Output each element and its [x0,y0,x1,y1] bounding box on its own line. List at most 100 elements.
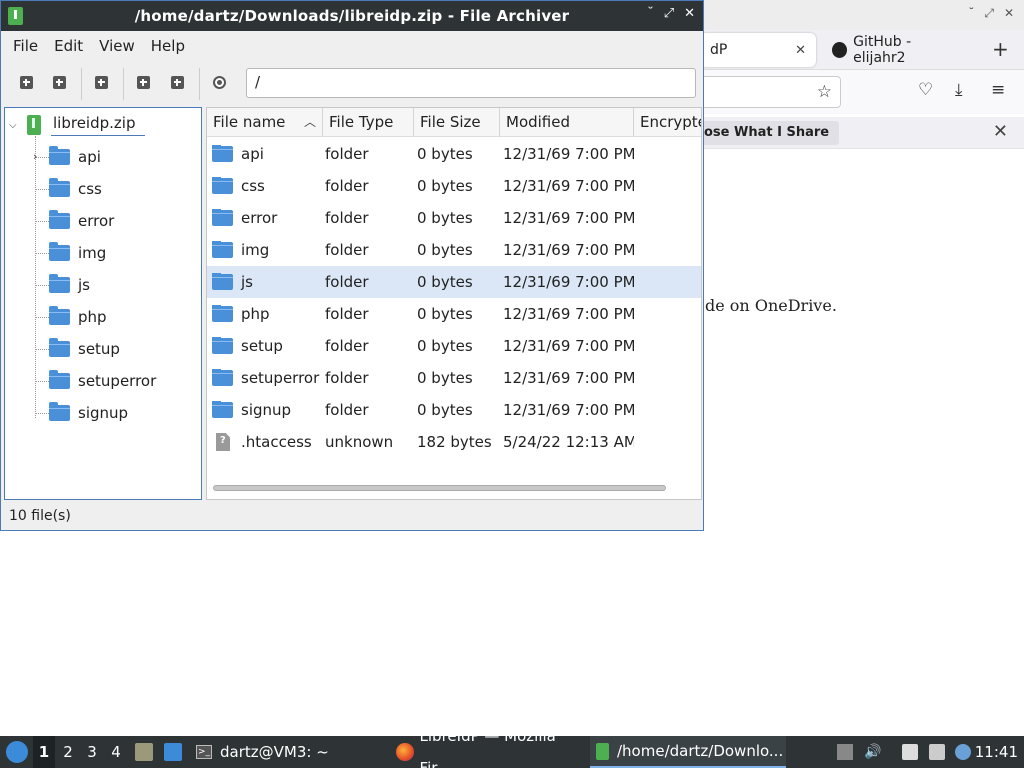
column-header-name[interactable]: File name ︿ [207,108,323,137]
table-row[interactable]: setuperror folder 0 bytes 12/31/69 7:00 … [207,362,701,394]
workspace-4[interactable]: 4 [105,736,127,768]
close-icon[interactable]: ✕ [1004,6,1014,21]
start-menu-icon[interactable] [6,741,28,763]
workspace-1[interactable]: 1 [33,736,55,768]
cell-type: folder [325,177,369,195]
tree-item-php[interactable]: php [35,305,107,329]
file-name: setuperror [241,369,320,387]
minimize-button[interactable]: ˘ [647,6,654,21]
extract-icon [95,76,108,89]
tree-item-img[interactable]: img [35,241,106,265]
terminal-icon: >_ [196,745,212,759]
archiver-icon [596,742,609,760]
unknown-file-icon [216,433,230,451]
menu-icon[interactable]: ≡ [991,80,1005,100]
tree-item-setuperror[interactable]: setuperror [35,369,156,393]
cell-modified: 12/31/69 7:00 PM [503,337,634,355]
add-file-button[interactable] [135,74,153,92]
cell-type: folder [325,337,369,355]
cell-modified: 5/24/22 12:13 AM [503,433,634,451]
menu-file[interactable]: File [5,37,46,55]
column-header-type[interactable]: File Type [323,108,414,137]
extract-button[interactable] [93,74,111,92]
folder-icon [212,401,233,418]
updates-icon[interactable] [837,744,853,760]
tree-item-api[interactable]: › api [33,145,101,169]
tree-item-label: setuperror [78,372,157,390]
stop-button[interactable] [211,74,229,92]
expand-icon[interactable]: › [33,150,37,163]
volume-icon[interactable]: 🔊 [864,744,881,760]
workspace-3[interactable]: 3 [81,736,103,768]
url-bar[interactable]: ☆ [700,76,841,108]
task-file-archiver[interactable]: /home/dartz/Downlo... [590,736,786,768]
path-field[interactable]: / [246,68,696,98]
column-header-label: Encrypte [640,113,702,131]
tree-item-css[interactable]: css [35,177,102,201]
tree-root[interactable]: ⌵ libreidp.zip [9,114,146,136]
show-desktop-icon[interactable] [164,743,182,761]
file-manager-icon[interactable] [135,743,153,761]
tree-item-error[interactable]: error [35,209,114,233]
choose-what-i-share-button[interactable]: ose What I Share [700,121,840,145]
archiver-titlebar[interactable]: /home/dartz/Downloads/libreidp.zip - Fil… [1,1,703,31]
network-icon[interactable] [929,744,945,760]
menu-edit[interactable]: Edit [46,37,91,55]
table-row[interactable]: css folder 0 bytes 12/31/69 7:00 PM [207,170,701,202]
tab-github[interactable]: GitHub - elijahr2 [822,33,972,67]
notifications-icon[interactable] [955,744,971,760]
task-firefox[interactable]: LibreIdP — Mozilla Fir... [392,727,587,768]
horizontal-scrollbar[interactable] [213,485,666,491]
table-row[interactable]: error folder 0 bytes 12/31/69 7:00 PM [207,202,701,234]
file-name: api [241,145,264,163]
column-header-encrypted[interactable]: Encrypte [634,108,702,137]
cell-name: setup [207,337,323,355]
github-icon [832,42,848,58]
table-row-selected[interactable]: js folder 0 bytes 12/31/69 7:00 PM [207,266,701,298]
file-archiver-window: /home/dartz/Downloads/libreidp.zip - Fil… [0,0,704,531]
add-folder-button[interactable] [169,74,187,92]
tree-item-setup[interactable]: setup [35,337,120,361]
folder-icon [212,209,233,226]
workspace-2[interactable]: 2 [57,736,79,768]
menu-help[interactable]: Help [143,37,193,55]
table-row[interactable]: setup folder 0 bytes 12/31/69 7:00 PM [207,330,701,362]
cell-name: php [207,305,323,323]
download-icon[interactable]: ⤓ [955,80,963,100]
column-header-modified[interactable]: Modified [500,108,634,137]
collapse-icon[interactable]: ⌵ [9,120,27,131]
notification-close-icon[interactable]: ✕ [993,121,1008,142]
folder-tree: ⌵ libreidp.zip › api css error img js php… [4,107,202,500]
table-row[interactable]: signup folder 0 bytes 12/31/69 7:00 PM [207,394,701,426]
menu-bar: File Edit View Help [1,31,703,61]
toolbar-separator [123,68,124,100]
table-row[interactable]: php folder 0 bytes 12/31/69 7:00 PM [207,298,701,330]
tree-item-js[interactable]: js [35,273,90,297]
tree-item-label: php [78,308,107,326]
clock[interactable]: 11:41 [975,736,1018,768]
minimize-icon[interactable]: ˘ [968,6,974,21]
task-label: dartz@VM3: ~ [220,743,329,761]
bookmark-star-icon[interactable]: ☆ [817,82,832,102]
clipboard-icon[interactable] [902,744,918,760]
table-row[interactable]: api folder 0 bytes 12/31/69 7:00 PM [207,138,701,170]
taskbar: 1 2 3 4 >_ dartz@VM3: ~ LibreIdP — Mozil… [0,727,1024,768]
open-archive-button[interactable] [51,74,69,92]
tree-item-signup[interactable]: signup [35,401,128,425]
menu-view[interactable]: View [91,37,143,55]
pocket-icon[interactable]: ♡ [918,80,933,100]
cell-modified: 12/31/69 7:00 PM [503,305,634,323]
table-row[interactable]: img folder 0 bytes 12/31/69 7:00 PM [207,234,701,266]
table-row[interactable]: .htaccess unknown 182 bytes 5/24/22 12:1… [207,426,701,458]
new-tab-button[interactable]: + [992,37,1009,61]
close-button[interactable]: ✕ [684,6,695,21]
maximize-button[interactable]: ⤢ [664,6,674,21]
folder-icon [212,145,233,162]
tab-libreidp[interactable]: dP ✕ [700,33,816,67]
window-title: /home/dartz/Downloads/libreidp.zip - Fil… [134,7,570,25]
task-terminal[interactable]: >_ dartz@VM3: ~ [192,736,382,768]
column-header-size[interactable]: File Size [414,108,500,137]
maximize-icon[interactable]: ⤢ [984,6,994,21]
new-archive-button[interactable] [18,74,36,92]
tab-close-icon[interactable]: ✕ [795,43,806,58]
